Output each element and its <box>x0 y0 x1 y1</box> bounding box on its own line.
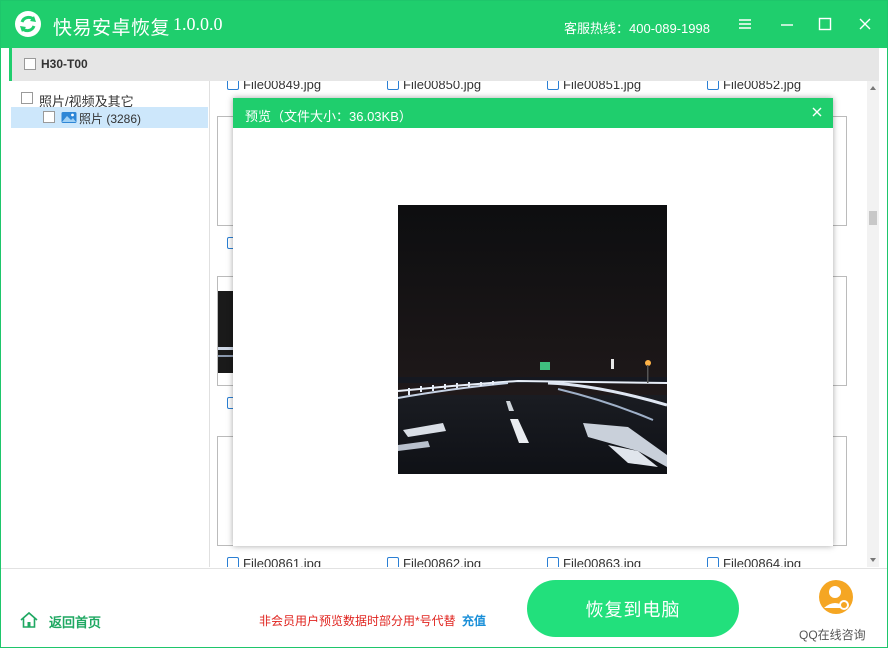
home-icon[interactable] <box>19 610 39 630</box>
file-item[interactable]: File00861.jpg <box>227 556 321 567</box>
qq-support-label[interactable]: QQ在线咨询 <box>799 626 866 643</box>
file-checkbox[interactable] <box>227 81 239 90</box>
preview-header: 预览（文件大小：36.03KB） <box>233 98 833 128</box>
file-name: File00863.jpg <box>563 556 642 567</box>
file-checkbox[interactable] <box>707 557 719 567</box>
file-item[interactable]: File00851.jpg <box>547 81 641 92</box>
file-checkbox[interactable] <box>707 81 719 90</box>
tree-item-label: 照片 (3286) <box>79 112 142 126</box>
file-thumbnail[interactable] <box>831 276 847 386</box>
recharge-link[interactable]: 充值 <box>462 612 486 629</box>
photo-folder-icon <box>61 110 77 124</box>
file-thumbnail[interactable] <box>831 436 847 546</box>
app-logo-icon <box>15 11 41 37</box>
file-checkbox[interactable] <box>547 81 559 90</box>
file-checkbox[interactable] <box>227 557 239 567</box>
file-thumbnail[interactable] <box>831 116 847 226</box>
file-name: File00861.jpg <box>243 556 322 567</box>
file-item[interactable]: File00863.jpg <box>547 556 641 567</box>
preview-title: 预览（文件大小：36.03KB） <box>245 109 412 124</box>
app-version: 1.0.0.0 <box>173 14 223 34</box>
file-name: File00862.jpg <box>403 556 482 567</box>
preview-image <box>398 205 667 474</box>
hotline-text: 客服热线：400-089-1998 <box>564 21 710 36</box>
member-notice: 非会员用户预览数据时部分用*号代替 <box>259 614 456 628</box>
file-item[interactable]: File00850.jpg <box>387 81 481 92</box>
minimize-icon[interactable] <box>772 10 802 38</box>
tree-item-photos[interactable]: 照片 (3286) <box>11 107 208 128</box>
file-item[interactable]: File00864.jpg <box>707 556 801 567</box>
menu-icon[interactable] <box>730 10 760 38</box>
close-icon[interactable] <box>850 10 880 38</box>
file-checkbox[interactable] <box>387 557 399 567</box>
scroll-down-icon[interactable] <box>867 555 879 565</box>
file-checkbox[interactable] <box>547 557 559 567</box>
device-bar: H30-T00 <box>9 48 879 81</box>
preview-dialog: 预览（文件大小：36.03KB） <box>233 98 833 546</box>
app-title: 快易安卓恢复 <box>53 18 171 39</box>
file-name: File00852.jpg <box>723 81 802 92</box>
device-checkbox[interactable] <box>24 58 36 70</box>
file-name: File00850.jpg <box>403 81 482 92</box>
title-bar: 快易安卓恢复 1.0.0.0 客服热线：400-089-1998 <box>1 1 887 48</box>
scroll-up-icon[interactable] <box>867 83 879 93</box>
file-name: File00849.jpg <box>243 81 322 92</box>
recover-to-pc-button[interactable]: 恢复到电脑 <box>527 580 739 637</box>
grid-scrollbar[interactable] <box>867 81 879 567</box>
tree-item-checkbox[interactable] <box>43 111 55 123</box>
tree-root-checkbox[interactable] <box>21 92 33 104</box>
qq-support-icon[interactable] <box>818 579 854 617</box>
device-name: H30-T00 <box>41 57 88 71</box>
scroll-thumb[interactable] <box>869 211 877 225</box>
category-tree: 照片/视频及其它 照片 (3286) <box>9 81 210 567</box>
file-name: File00851.jpg <box>563 81 642 92</box>
app-window: 快易安卓恢复 1.0.0.0 客服热线：400-089-1998 H30-T00… <box>0 0 888 648</box>
file-item[interactable]: File00862.jpg <box>387 556 481 567</box>
maximize-icon[interactable] <box>810 10 840 38</box>
close-icon[interactable] <box>809 104 825 120</box>
back-home-link[interactable]: 返回首页 <box>49 612 101 631</box>
file-checkbox[interactable] <box>387 81 399 90</box>
bottom-bar: 返回首页 非会员用户预览数据时部分用*号代替 充值 恢复到电脑 QQ在线咨询 <box>1 568 887 647</box>
file-item[interactable]: File00849.jpg <box>227 81 321 92</box>
file-name: File00864.jpg <box>723 556 802 567</box>
file-item[interactable]: File00852.jpg <box>707 81 801 92</box>
